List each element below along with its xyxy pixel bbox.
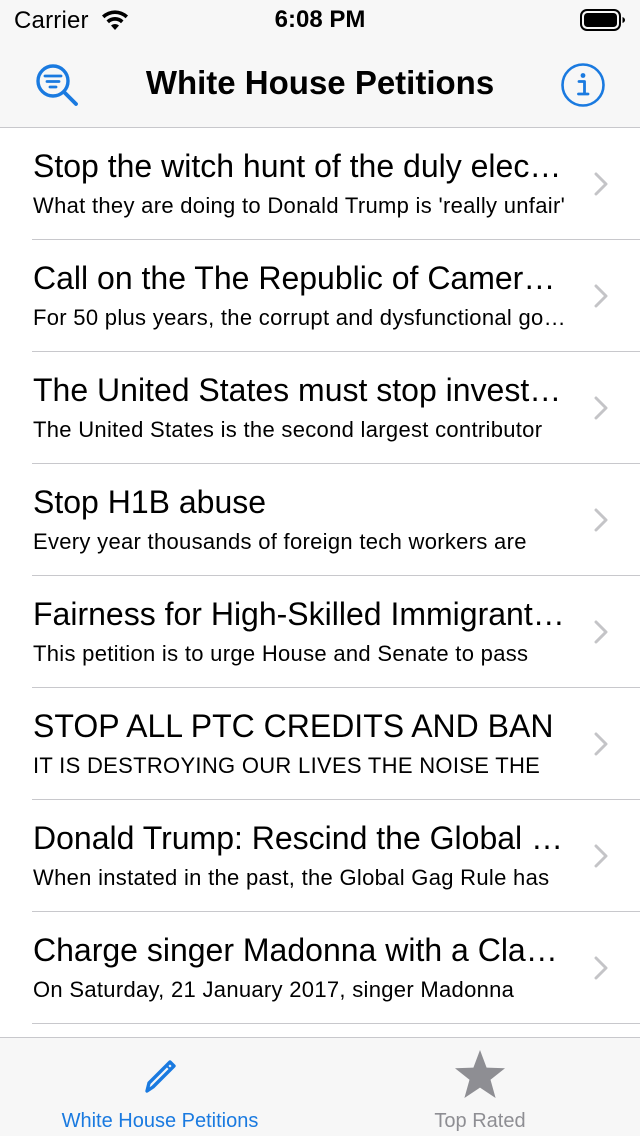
petition-row[interactable]: STOP ALL PTC CREDITS AND BAN IT IS DESTRO… [0, 688, 640, 800]
petition-title: Stop the witch hunt of the duly elected … [33, 148, 568, 184]
chevron-right-icon [594, 844, 608, 868]
petition-title: Fairness for High-Skilled Immigrants Act [33, 596, 568, 632]
battery-icon [580, 9, 625, 31]
navigation-bar: White House Petitions [0, 40, 640, 128]
petition-row[interactable]: Call on the The Republic of Cameroon For … [0, 240, 640, 352]
petition-subtitle: What they are doing to Donald Trump is '… [33, 193, 566, 218]
petition-title: Stop H1B abuse [33, 484, 267, 520]
star-icon [455, 1050, 505, 1098]
chevron-right-icon [594, 284, 608, 308]
screen: Carrier 6:08 PM White House Petitions St… [0, 0, 640, 1136]
petition-row[interactable]: Stop H1B abuse Every year thousands of fo… [0, 464, 640, 576]
petition-row[interactable]: The United States must stop investing The… [0, 352, 640, 464]
chevron-right-icon [594, 508, 608, 532]
petition-subtitle: The United States is the second largest … [33, 417, 543, 442]
petition-list: Stop the witch hunt of the duly elected … [0, 128, 640, 1024]
status-time: 6:08 PM [274, 6, 366, 33]
petition-subtitle: Every year thousands of foreign tech wor… [33, 529, 527, 554]
tab-label: White House Petitions [61, 1110, 259, 1132]
status-bar: Carrier 6:08 PM [0, 0, 640, 40]
info-icon[interactable] [560, 62, 606, 108]
tab-bar: White House Petitions Top Rated [0, 1037, 640, 1136]
chevron-right-icon [594, 956, 608, 980]
petition-row[interactable]: Stop the witch hunt of the duly elected … [0, 128, 640, 240]
chevron-right-icon [594, 172, 608, 196]
petition-title: Donald Trump: Rescind the Global Gag Rul… [33, 820, 568, 856]
petition-subtitle: On Saturday, 21 January 2017, singer Mad… [33, 977, 515, 1002]
chevron-right-icon [594, 620, 608, 644]
petition-subtitle: For 50 plus years, the corrupt and dysfu… [33, 305, 568, 330]
petition-title: Call on the The Republic of Cameroon [33, 260, 568, 296]
petition-subtitle: When instated in the past, the Global Ga… [33, 865, 550, 890]
petition-row[interactable]: Charge singer Madonna with a Class E fel… [0, 912, 640, 1024]
pencil-icon [145, 1060, 176, 1093]
tab-top-rated[interactable]: Top Rated [320, 1038, 640, 1136]
chevron-right-icon [594, 396, 608, 420]
tab-label: Top Rated [434, 1110, 526, 1132]
petition-row[interactable]: Donald Trump: Rescind the Global Gag Rul… [0, 800, 640, 912]
petition-title: Charge singer Madonna with a Class E fel… [33, 932, 568, 968]
petition-row[interactable]: Fairness for High-Skilled Immigrants Act… [0, 576, 640, 688]
tab-white-house-petitions[interactable]: White House Petitions [0, 1038, 320, 1136]
petition-subtitle: This petition is to urge House and Senat… [33, 641, 529, 666]
petition-title: STOP ALL PTC CREDITS AND BAN [33, 708, 554, 744]
petition-subtitle: IT IS DESTROYING OUR LIVES THE NOISE THE [33, 753, 541, 778]
page-title: White House Petitions [145, 64, 495, 101]
petition-title: The United States must stop investing [33, 372, 568, 408]
chevron-right-icon [594, 732, 608, 756]
